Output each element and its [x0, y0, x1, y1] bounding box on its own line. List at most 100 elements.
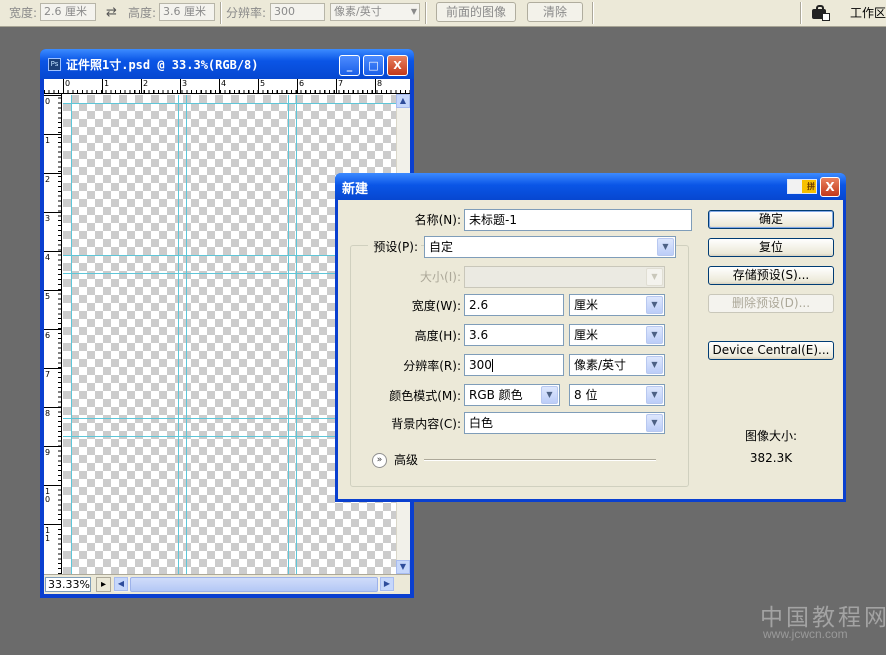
advanced-toggle[interactable]: 高级: [394, 451, 418, 468]
height-unit-select[interactable]: 厘米 ▼: [569, 324, 665, 346]
ruler-label: 4: [45, 253, 51, 262]
resolution-value: 300: [469, 358, 492, 372]
ruler-label: 7: [338, 79, 344, 88]
dialog-close-button[interactable]: X: [820, 177, 840, 197]
ok-button[interactable]: 确定: [708, 210, 834, 229]
resolution-unit-value: 像素/英寸: [334, 5, 382, 18]
zoom-field[interactable]: 33.33%: [45, 577, 91, 592]
scroll-right-icon[interactable]: ▶: [380, 577, 394, 591]
width-input[interactable]: 2.6: [464, 294, 564, 316]
scroll-left-icon[interactable]: ◀: [114, 577, 128, 591]
ruler-label: 1 0: [45, 487, 51, 504]
chevron-down-icon: ▼: [646, 268, 663, 286]
background-select[interactable]: 白色 ▼: [464, 412, 665, 434]
ruler-label: 2: [45, 175, 51, 184]
color-mode-select[interactable]: RGB 颜色 ▼: [464, 384, 560, 406]
ruler-label: 1: [45, 136, 51, 145]
chevron-down-icon: ▼: [646, 386, 663, 404]
front-image-button[interactable]: 前面的图像: [436, 2, 516, 22]
ruler-label: 7: [45, 370, 51, 379]
minimize-button[interactable]: _: [339, 55, 360, 76]
save-preset-button[interactable]: 存储预设(S)...: [708, 266, 834, 285]
name-label: 名称(N):: [414, 213, 461, 227]
resolution-input[interactable]: 300: [270, 3, 325, 21]
resolution-unit-select[interactable]: 像素/英寸 ▼: [330, 3, 420, 21]
ruler-label: 1: [104, 79, 110, 88]
guide-line[interactable]: [296, 95, 297, 575]
resolution-unit-select[interactable]: 像素/英寸 ▼: [569, 354, 665, 376]
height-label: 高度:: [128, 6, 157, 20]
status-menu-button[interactable]: ▸: [96, 577, 111, 592]
chevron-down-icon: ▼: [646, 414, 663, 432]
scroll-thumb[interactable]: [130, 577, 378, 592]
guide-line[interactable]: [178, 95, 179, 575]
device-central-button[interactable]: Device Central(E)...: [708, 341, 834, 360]
ruler-label: 5: [260, 79, 266, 88]
height-input[interactable]: 3.6 厘米: [159, 3, 215, 21]
photoshop-icon: Ps: [48, 58, 61, 71]
width-unit-select[interactable]: 厘米 ▼: [569, 294, 665, 316]
ruler-label: 3: [182, 79, 188, 88]
width-unit-value: 厘米: [574, 298, 599, 312]
ruler-label: 1 1: [45, 526, 51, 543]
ruler-label: 0: [45, 97, 51, 106]
options-bar: 宽度: 2.6 厘米 ⇄ 高度: 3.6 厘米 分辨率: 300 像素/英寸 ▼…: [0, 0, 886, 27]
scroll-up-icon[interactable]: ▲: [396, 94, 410, 108]
resolution-input[interactable]: 300: [464, 354, 564, 376]
background-label: 背景内容(C):: [391, 417, 461, 431]
advanced-divider: [424, 459, 656, 461]
separator: [425, 2, 427, 24]
resolution-label: 分辨率:: [226, 6, 267, 20]
chevron-down-icon: ▼: [646, 356, 663, 374]
guide-line[interactable]: [63, 103, 396, 104]
width-input[interactable]: 2.6 厘米: [40, 3, 96, 21]
chevron-down-icon: ▼: [646, 296, 663, 314]
ruler-label: 8: [377, 79, 383, 88]
guide-line[interactable]: [186, 95, 187, 575]
close-button[interactable]: X: [387, 55, 408, 76]
size-label: 大小(I):: [420, 270, 461, 284]
color-mode-value: RGB 颜色: [469, 388, 523, 402]
separator: [800, 2, 802, 24]
color-mode-label: 颜色模式(M):: [389, 389, 461, 403]
guide-line[interactable]: [71, 95, 72, 575]
ruler-label: 6: [299, 79, 305, 88]
chevron-double-down-icon[interactable]: »: [372, 453, 387, 468]
guide-line[interactable]: [288, 95, 289, 575]
name-input[interactable]: 未标题-1: [464, 209, 692, 231]
clear-button[interactable]: 清除: [527, 2, 583, 22]
text-cursor: [491, 359, 493, 372]
scroll-down-icon[interactable]: ▼: [396, 560, 410, 574]
maximize-button[interactable]: □: [363, 55, 384, 76]
workspace-icon[interactable]: [812, 5, 830, 21]
status-bar: 33.33% ▸ ◀ ▶: [44, 574, 410, 594]
dialog-title-bar[interactable]: 新建 拼 X: [335, 173, 846, 200]
swap-arrows-icon[interactable]: ⇄: [106, 4, 117, 22]
ruler-label: 4: [221, 79, 227, 88]
workspace-label[interactable]: 工作区: [850, 4, 886, 22]
height-label: 高度(H):: [414, 329, 461, 343]
ruler-label: 3: [45, 214, 51, 223]
plugin-badge-icon: 拼: [787, 179, 817, 194]
width-label: 宽度:: [9, 6, 38, 20]
delete-preset-button: 删除预设(D)...: [708, 294, 834, 313]
reset-button[interactable]: 复位: [708, 238, 834, 257]
chevron-down-icon: ▼: [657, 238, 674, 256]
bit-depth-select[interactable]: 8 位 ▼: [569, 384, 665, 406]
height-input[interactable]: 3.6: [464, 324, 564, 346]
document-title-bar[interactable]: Ps 证件照1寸.psd @ 33.3%(RGB/8) _ □ X: [40, 49, 414, 79]
preset-value: 自定: [429, 240, 454, 254]
preset-label: 预设(P):: [368, 237, 421, 257]
ruler-label: 2: [143, 79, 149, 88]
size-select: ▼: [464, 266, 665, 288]
ruler-label: 9: [45, 448, 51, 457]
chevron-down-icon: ▼: [541, 386, 558, 404]
document-title: 证件照1寸.psd @ 33.3%(RGB/8): [66, 58, 259, 72]
image-size-value: 382.3K: [749, 451, 793, 465]
horizontal-ruler[interactable]: 0 1 2 3 4 5 6 7 8: [44, 79, 410, 94]
ruler-label: 0: [65, 79, 71, 88]
horizontal-scrollbar[interactable]: ◀ ▶: [114, 577, 394, 592]
height-unit-value: 厘米: [574, 328, 599, 342]
preset-select[interactable]: 自定 ▼: [424, 236, 676, 258]
vertical-ruler[interactable]: 0 1 2 3 4 5 6 7 8 9 1 0 1 1: [44, 94, 62, 574]
